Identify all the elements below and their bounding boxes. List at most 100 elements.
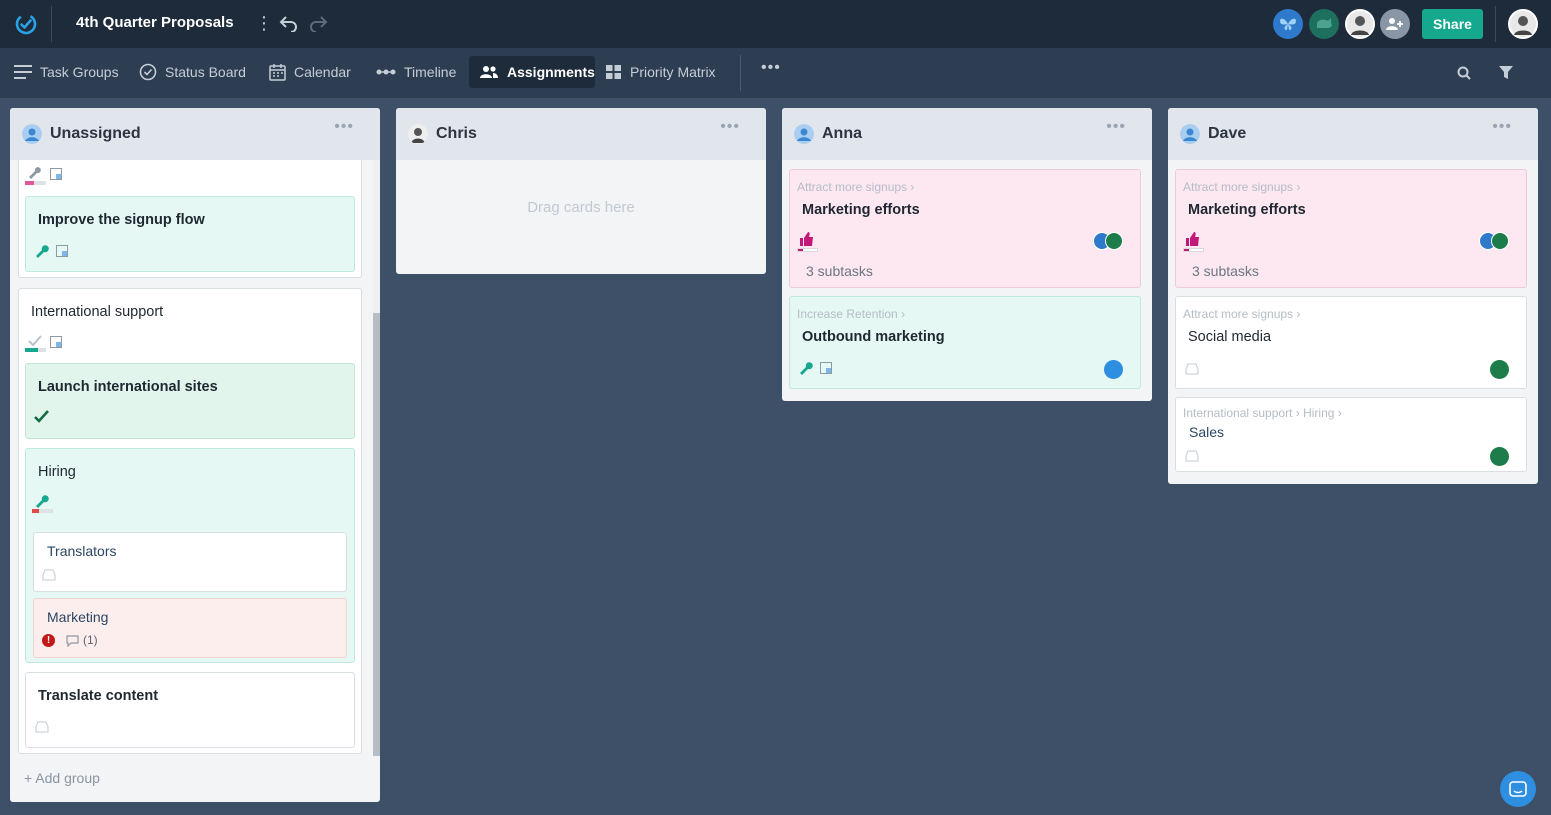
chat-button[interactable] (1500, 771, 1536, 807)
breadcrumb-label: Attract more signups (1183, 180, 1294, 194)
check-icon (28, 335, 42, 347)
comment-count: (1) (83, 633, 98, 647)
thumbs-up-icon (1186, 232, 1199, 246)
timeline-icon (376, 69, 396, 75)
check-circle-icon (139, 63, 157, 81)
column-menu-icon[interactable]: ••• (1492, 118, 1512, 136)
task-card[interactable]: Translate content (25, 672, 355, 748)
undo-icon[interactable] (278, 14, 300, 32)
view-tabs-bar: Task Groups Status Board Calendar Timeli… (0, 48, 1551, 98)
task-card[interactable]: Attract more signups › Marketing efforts… (789, 169, 1141, 288)
task-title: Translate content (38, 688, 159, 704)
tab-calendar[interactable]: Calendar (259, 56, 361, 88)
add-person-icon (1386, 18, 1403, 30)
rhino-avatar[interactable] (1490, 447, 1509, 466)
filter-icon[interactable] (1499, 66, 1513, 80)
rhino-avatar[interactable] (1490, 360, 1509, 379)
subtasks-icon (56, 245, 68, 257)
wrench-icon (36, 495, 49, 508)
redo-icon[interactable] (307, 14, 329, 32)
user-avatar[interactable] (1508, 9, 1538, 39)
subtasks-icon (50, 336, 62, 348)
app-logo-icon[interactable] (14, 12, 38, 36)
tab-label: Priority Matrix (630, 64, 716, 80)
breadcrumb[interactable]: Attract more signups › (1183, 180, 1300, 194)
tab-assignments[interactable]: Assignments (469, 56, 595, 88)
task-title: Hiring (38, 464, 76, 480)
column-header: Anna ••• (782, 108, 1152, 160)
breadcrumb[interactable]: International support › Hiring › (1183, 406, 1342, 420)
tab-task-groups[interactable]: Task Groups (4, 56, 129, 88)
share-button[interactable]: Share (1422, 9, 1483, 39)
wrench-icon (36, 245, 49, 258)
divider (51, 6, 52, 42)
column-menu-icon[interactable]: ••• (1106, 118, 1126, 136)
person-photo-icon (1351, 16, 1369, 35)
search-icon[interactable] (1457, 66, 1471, 80)
butterfly-avatar[interactable] (1104, 360, 1123, 379)
more-horizontal-icon[interactable]: ••• (761, 59, 781, 77)
member-avatar-rhino[interactable] (1309, 9, 1339, 39)
breadcrumb[interactable]: Attract more signups › (797, 180, 914, 194)
add-group-button[interactable]: + Add group (24, 770, 100, 786)
checkmark-icon (34, 410, 49, 423)
column-header: Chris ••• (396, 108, 766, 160)
column-menu-icon[interactable]: ••• (334, 118, 354, 136)
subtasks-icon (50, 168, 62, 180)
progress-bar (25, 348, 46, 352)
subtask-count[interactable]: 3 subtasks (1192, 263, 1259, 279)
task-title: Outbound marketing (802, 329, 945, 345)
drop-zone-hint: Drag cards here (527, 199, 635, 216)
thumbs-up-icon (800, 232, 813, 246)
breadcrumb-label: Hiring (1303, 406, 1335, 420)
add-member-button[interactable] (1380, 9, 1410, 39)
breadcrumb-label: Increase Retention (797, 307, 898, 321)
avatar (408, 124, 428, 144)
group-title: International support (31, 304, 164, 320)
tab-label: Status Board (165, 64, 246, 80)
task-title: Launch international sites (38, 379, 218, 395)
member-avatar-butterfly[interactable] (1273, 9, 1303, 39)
scrollbar-thumb[interactable] (373, 313, 380, 756)
member-avatar-photo[interactable] (1345, 9, 1375, 39)
task-card[interactable]: Launch international sites (25, 363, 355, 439)
breadcrumb[interactable]: Attract more signups › (1183, 307, 1300, 321)
more-vertical-icon[interactable]: ⋮ (255, 13, 273, 34)
task-card[interactable]: Improve the signup flow (25, 196, 355, 272)
people-icon (480, 66, 498, 78)
column-menu-icon[interactable]: ••• (720, 118, 740, 136)
chat-icon (1509, 781, 1527, 797)
rhino-avatar[interactable] (1491, 232, 1509, 250)
subtask-card[interactable]: Marketing ! (1) (33, 598, 347, 658)
breadcrumb[interactable]: Increase Retention › (797, 307, 905, 321)
task-title: Marketing efforts (1188, 202, 1306, 218)
person-icon (1180, 124, 1200, 144)
tab-status-board[interactable]: Status Board (129, 56, 256, 88)
project-title[interactable]: 4th Quarter Proposals (76, 14, 234, 31)
task-title: Improve the signup flow (38, 212, 205, 228)
divider (1495, 6, 1496, 42)
column-chris: Chris ••• (396, 108, 766, 274)
tab-timeline[interactable]: Timeline (366, 56, 466, 88)
progress-bar (797, 248, 818, 252)
subtask-title: Translators (47, 543, 117, 559)
task-card[interactable]: International support › Hiring › Sales (1175, 397, 1527, 472)
task-card[interactable]: Attract more signups › Social media (1175, 296, 1527, 389)
wrench-icon (29, 167, 41, 179)
butterfly-icon (1280, 18, 1296, 30)
inbox-icon (35, 721, 49, 733)
subtask-count[interactable]: 3 subtasks (806, 263, 873, 279)
column-header: Dave ••• (1168, 108, 1538, 160)
breadcrumb-label: International support (1183, 406, 1293, 420)
tab-priority-matrix[interactable]: Priority Matrix (595, 56, 726, 88)
column-title: Dave (1208, 125, 1247, 142)
rhino-avatar[interactable] (1105, 232, 1123, 250)
person-photo-icon (1514, 16, 1532, 35)
column-header: Unassigned ••• (10, 108, 380, 160)
task-card[interactable]: Attract more signups › Marketing efforts… (1175, 169, 1527, 288)
person-icon (794, 124, 814, 144)
tab-label: Task Groups (40, 64, 119, 80)
subtask-card[interactable]: Translators (33, 532, 347, 592)
task-card[interactable]: Increase Retention › Outbound marketing (789, 296, 1141, 389)
progress-bar (25, 181, 46, 185)
